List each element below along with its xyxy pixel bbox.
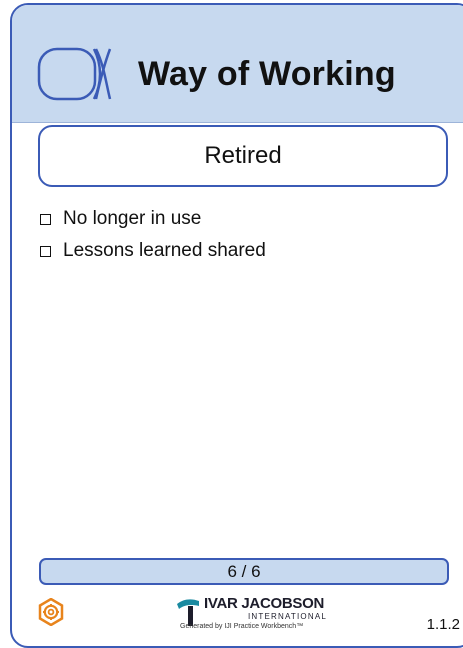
state-box: Retired: [38, 125, 448, 187]
gear-icon: [38, 598, 64, 626]
checkbox[interactable]: [40, 213, 51, 225]
page-counter-text: 6 / 6: [227, 561, 261, 581]
page-counter: 6 / 6: [39, 558, 449, 585]
card-title: Way of Working: [138, 55, 396, 93]
checklist: No longer in use Lessons learned shared: [40, 203, 266, 267]
brand-generated: Generated by IJI Practice Workbench™: [180, 623, 304, 630]
brand-name: IVAR JACOBSON: [204, 595, 325, 612]
checklist-item-label: Lessons learned shared: [63, 240, 266, 261]
checkbox[interactable]: [40, 245, 51, 257]
brand-sub: INTERNATIONAL: [248, 612, 328, 621]
checklist-item[interactable]: Lessons learned shared: [40, 235, 266, 267]
alpha-state-card: Way of Working Retired No longer in use …: [10, 3, 463, 648]
version-label: 1.1.2: [426, 616, 460, 633]
alpha-icon: [37, 47, 112, 101]
checklist-item-label: No longer in use: [63, 208, 202, 229]
brand-logo: IVAR JACOBSON INTERNATIONAL Generated by…: [175, 595, 355, 635]
state-label: Retired: [204, 142, 282, 169]
checklist-item[interactable]: No longer in use: [40, 203, 266, 235]
card-header: Way of Working: [12, 5, 463, 123]
